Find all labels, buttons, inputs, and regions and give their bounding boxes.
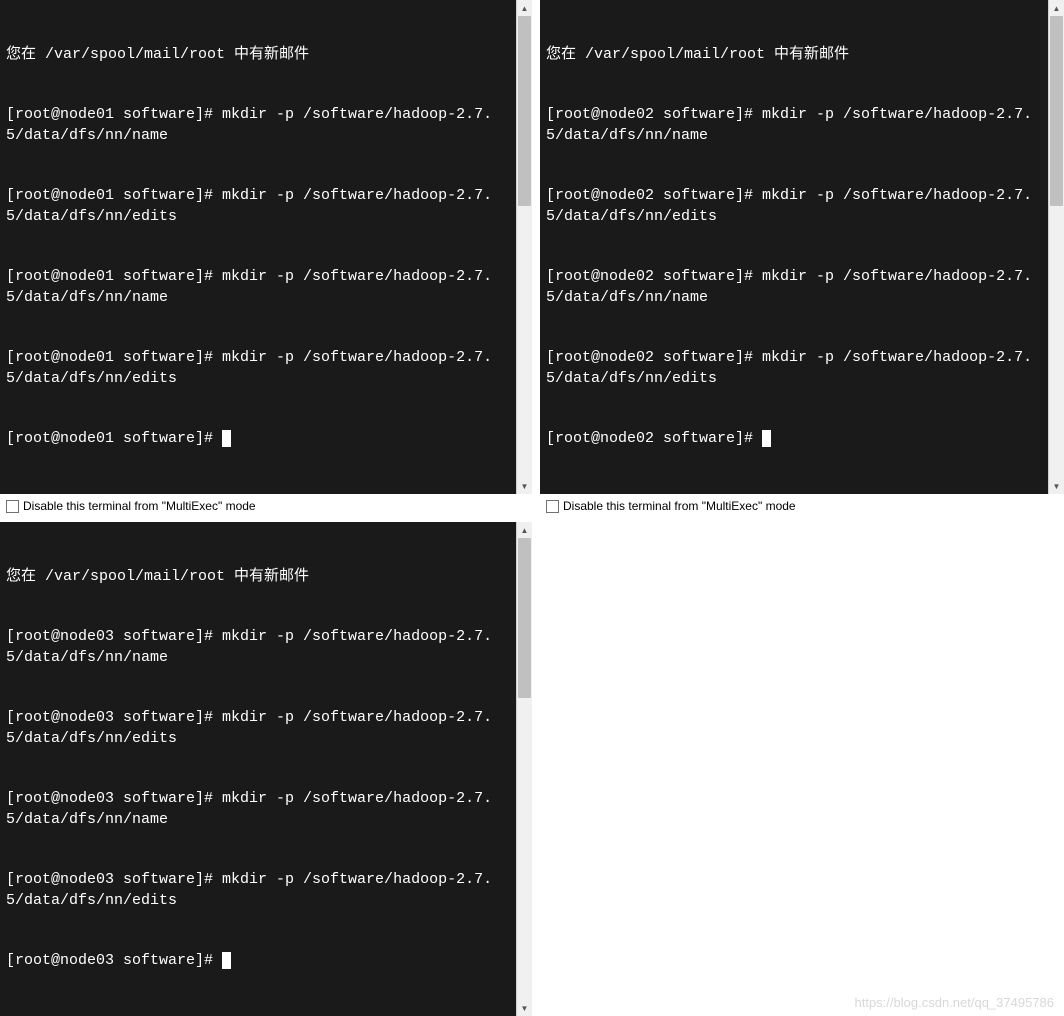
scroll-up-icon[interactable]: ▲ [1049, 0, 1064, 16]
scrollbar[interactable]: ▲ ▼ [516, 522, 532, 1016]
terminal-prompt-line: [root@node02 software]# [546, 429, 1042, 449]
scroll-up-icon[interactable]: ▲ [517, 522, 532, 538]
watermark-text: https://blog.csdn.net/qq_37495786 [855, 995, 1055, 1010]
terminal-line: 您在 /var/spool/mail/root 中有新邮件 [6, 45, 510, 65]
terminal-output-node01[interactable]: 您在 /var/spool/mail/root 中有新邮件 [root@node… [0, 0, 516, 494]
disable-multiexec-label: Disable this terminal from "MultiExec" m… [23, 499, 256, 513]
terminal-pane-node03: 您在 /var/spool/mail/root 中有新邮件 [root@node… [0, 522, 532, 1016]
empty-pane: https://blog.csdn.net/qq_37495786 [540, 522, 1064, 1016]
terminal-line: 您在 /var/spool/mail/root 中有新邮件 [546, 45, 1042, 65]
terminal-prompt-line: [root@node01 software]# [6, 429, 510, 449]
terminal-line: [root@node01 software]# mkdir -p /softwa… [6, 348, 510, 389]
terminal-line: [root@node02 software]# mkdir -p /softwa… [546, 267, 1042, 308]
cursor-icon [762, 430, 771, 447]
terminal-footer-node01: Disable this terminal from "MultiExec" m… [0, 494, 532, 518]
cursor-icon [222, 430, 231, 447]
terminal-line: [root@node02 software]# mkdir -p /softwa… [546, 348, 1042, 389]
terminal-line: [root@node03 software]# mkdir -p /softwa… [6, 789, 510, 830]
terminal-line: [root@node01 software]# mkdir -p /softwa… [6, 267, 510, 308]
scroll-down-icon[interactable]: ▼ [1049, 478, 1064, 494]
terminal-prompt: [root@node03 software]# [6, 952, 222, 969]
terminal-line: [root@node03 software]# mkdir -p /softwa… [6, 708, 510, 749]
scrollbar-thumb[interactable] [518, 16, 531, 206]
terminal-line: [root@node02 software]# mkdir -p /softwa… [546, 105, 1042, 146]
terminal-line: [root@node02 software]# mkdir -p /softwa… [546, 186, 1042, 227]
cursor-icon [222, 952, 231, 969]
scroll-down-icon[interactable]: ▼ [517, 478, 532, 494]
terminal-prompt-line: [root@node03 software]# [6, 951, 510, 971]
terminal-line: 您在 /var/spool/mail/root 中有新邮件 [6, 567, 510, 587]
disable-multiexec-label: Disable this terminal from "MultiExec" m… [563, 499, 796, 513]
disable-multiexec-checkbox[interactable] [6, 500, 19, 513]
terminal-line: [root@node03 software]# mkdir -p /softwa… [6, 870, 510, 911]
terminal-output-node02[interactable]: 您在 /var/spool/mail/root 中有新邮件 [root@node… [540, 0, 1048, 494]
terminal-line: [root@node01 software]# mkdir -p /softwa… [6, 105, 510, 146]
terminal-pane-node01: 您在 /var/spool/mail/root 中有新邮件 [root@node… [0, 0, 532, 494]
scrollbar-thumb[interactable] [1050, 16, 1063, 206]
terminal-footer-node02: Disable this terminal from "MultiExec" m… [540, 494, 1064, 518]
terminal-pane-node02: 您在 /var/spool/mail/root 中有新邮件 [root@node… [540, 0, 1064, 494]
scroll-down-icon[interactable]: ▼ [517, 1000, 532, 1016]
scrollbar[interactable]: ▲ ▼ [1048, 0, 1064, 494]
scroll-up-icon[interactable]: ▲ [517, 0, 532, 16]
terminal-line: [root@node03 software]# mkdir -p /softwa… [6, 627, 510, 668]
terminal-prompt: [root@node01 software]# [6, 430, 222, 447]
terminal-line: [root@node01 software]# mkdir -p /softwa… [6, 186, 510, 227]
disable-multiexec-checkbox[interactable] [546, 500, 559, 513]
terminal-prompt: [root@node02 software]# [546, 430, 762, 447]
scrollbar[interactable]: ▲ ▼ [516, 0, 532, 494]
scrollbar-thumb[interactable] [518, 538, 531, 698]
terminal-output-node03[interactable]: 您在 /var/spool/mail/root 中有新邮件 [root@node… [0, 522, 516, 1016]
